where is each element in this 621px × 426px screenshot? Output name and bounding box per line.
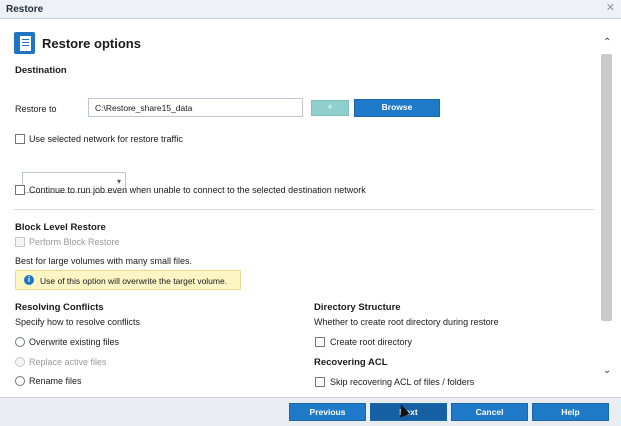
destination-heading: Destination (15, 65, 67, 76)
restore-to-label: Restore to (15, 104, 57, 114)
skip-acl-checkbox[interactable] (315, 377, 325, 387)
chevron-down-icon[interactable]: ⌄ (603, 365, 611, 376)
browse-button[interactable]: Browse (354, 99, 440, 117)
close-icon[interactable]: ✕ (606, 1, 615, 14)
replace-active-radio[interactable] (15, 357, 25, 367)
warning-text: Use of this option will overwrite the ta… (40, 276, 228, 286)
block-level-heading: Block Level Restore (15, 222, 106, 233)
rename-files-radio[interactable] (15, 376, 25, 386)
overwrite-warning: i Use of this option will overwrite the … (15, 270, 241, 290)
use-network-checkbox[interactable] (15, 134, 25, 144)
chevron-up-icon[interactable]: ⌃ (603, 37, 611, 48)
restore-path-input[interactable]: C:\Restore_share15_data (88, 98, 303, 117)
vertical-scrollbar[interactable]: ⌃ ⌄ (597, 19, 621, 397)
previous-button[interactable]: Previous (289, 403, 366, 421)
directory-structure-description: Whether to create root directory during … (314, 317, 499, 327)
overwrite-existing-radio[interactable] (15, 337, 25, 347)
scrollbar-thumb[interactable] (601, 54, 612, 321)
skip-acl-label: Skip recovering ACL of files / folders (330, 377, 475, 387)
window-title: Restore (6, 4, 44, 15)
recovering-acl-heading: Recovering ACL (314, 357, 388, 368)
dialog-footer: Previous Next Cancel Help (0, 397, 621, 426)
continue-job-checkbox[interactable] (15, 185, 25, 195)
plus-icon: + (327, 102, 333, 112)
continue-job-label: Continue to run job even when unable to … (29, 185, 366, 195)
help-button[interactable]: Help (532, 403, 609, 421)
restore-options-panel: Restore options Destination Restore to C… (0, 19, 597, 397)
perform-block-restore-label: Perform Block Restore (29, 237, 120, 247)
create-root-checkbox[interactable] (315, 337, 325, 347)
replace-active-label: Replace active files (29, 357, 107, 367)
create-root-label: Create root directory (330, 337, 413, 347)
add-destination-button[interactable]: + (311, 100, 349, 116)
window-titlebar: Restore ✕ (0, 0, 621, 19)
section-divider (14, 209, 594, 210)
use-network-label: Use selected network for restore traffic (29, 134, 183, 144)
overwrite-existing-label: Overwrite existing files (29, 337, 120, 347)
directory-structure-heading: Directory Structure (314, 302, 401, 313)
resolving-conflicts-description: Specify how to resolve conflicts (15, 317, 141, 327)
document-icon (14, 32, 35, 54)
rename-files-label: Rename files (29, 376, 82, 386)
page-title: Restore options (42, 36, 141, 51)
perform-block-restore-checkbox[interactable] (15, 237, 25, 247)
block-level-description: Best for large volumes with many small f… (15, 256, 193, 266)
cancel-button[interactable]: Cancel (451, 403, 528, 421)
resolving-conflicts-heading: Resolving Conflicts (15, 302, 104, 313)
info-icon: i (24, 275, 34, 285)
